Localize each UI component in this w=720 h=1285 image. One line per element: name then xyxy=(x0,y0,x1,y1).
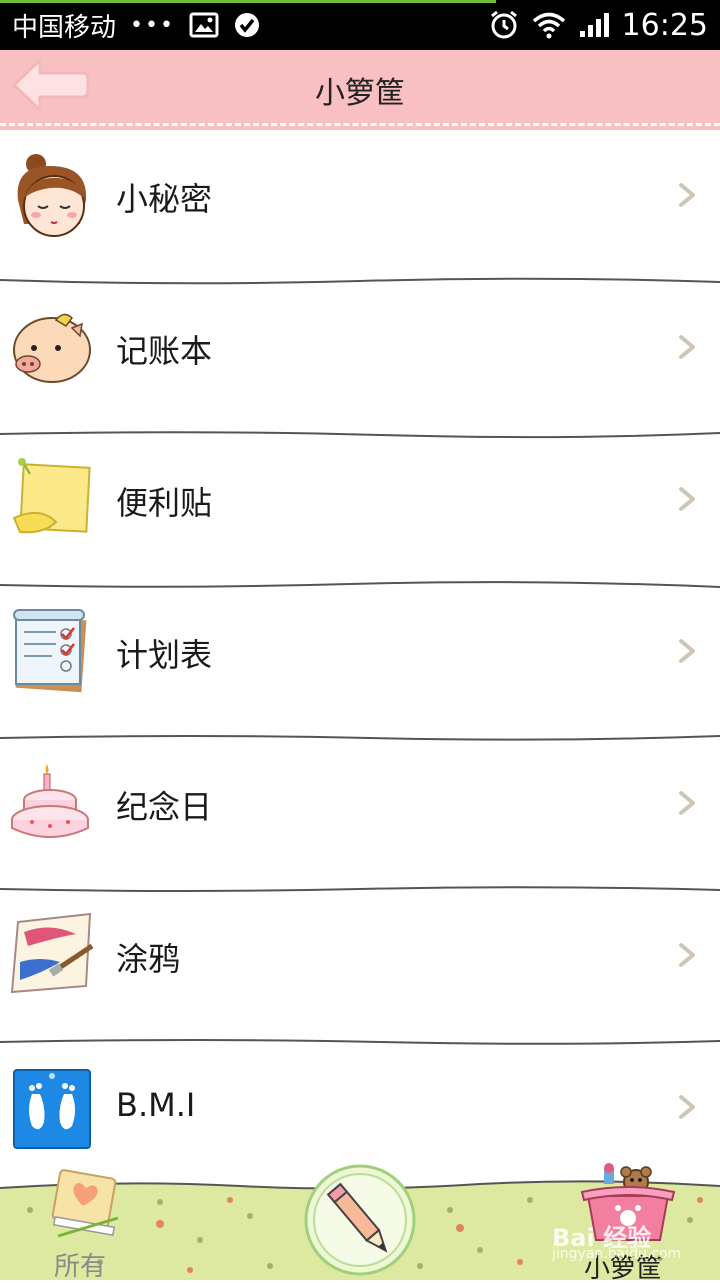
app-header: 小箩筐 xyxy=(0,50,720,130)
book-icon xyxy=(51,1169,119,1238)
image-notification-icon xyxy=(189,12,219,38)
tab-all[interactable]: 所有 xyxy=(40,1169,140,1282)
sticky-note-icon xyxy=(12,458,91,534)
watermark-url: jingyan.baidu.com xyxy=(552,1246,682,1262)
chevron-right-icon xyxy=(679,335,695,359)
chevron-right-icon xyxy=(679,487,695,511)
list-item-label: 记账本 xyxy=(116,332,213,370)
chevron-right-icon xyxy=(679,791,695,815)
list-item-label: 纪念日 xyxy=(116,788,213,826)
birthday-cake-icon xyxy=(11,764,89,838)
alarm-icon xyxy=(490,10,517,39)
wifi-icon xyxy=(532,12,565,39)
page-title: 小箩筐 xyxy=(315,76,405,111)
progress-line xyxy=(0,0,496,3)
chevron-right-icon xyxy=(679,943,695,967)
chevron-right-icon xyxy=(679,183,695,207)
tab-all-label: 所有 xyxy=(54,1252,107,1282)
list-item-doodle[interactable]: 涂鸦 xyxy=(0,890,720,1045)
chevron-right-icon xyxy=(679,639,695,663)
status-bar: 中国移动 ••• 16:25 xyxy=(0,0,720,50)
list-item-account-book[interactable]: 记账本 xyxy=(0,282,720,439)
pencil-write-icon[interactable] xyxy=(304,1164,416,1276)
clock: 16:25 xyxy=(621,7,708,43)
list-item-label: 小秘密 xyxy=(116,180,213,218)
checklist-icon xyxy=(13,609,87,693)
paint-brush-icon xyxy=(10,912,94,994)
list-item-label: 涂鸦 xyxy=(116,940,181,978)
list-item-sticky-note[interactable]: 便利贴 xyxy=(0,434,720,588)
header-dashed-border xyxy=(0,123,720,126)
check-notification-icon xyxy=(234,13,259,37)
signal-icon xyxy=(579,13,609,37)
girl-face-icon xyxy=(17,154,87,237)
list-item-plan[interactable]: 计划表 xyxy=(0,586,720,741)
list-item-secret[interactable]: 小秘密 xyxy=(0,130,720,285)
list-item-label: 计划表 xyxy=(116,636,213,674)
chevron-right-icon xyxy=(679,1095,695,1119)
footprints-icon xyxy=(13,1069,91,1149)
list-item-anniversary[interactable]: 纪念日 xyxy=(0,738,720,892)
carrier-name: 中国移动 xyxy=(12,12,117,43)
list-item-label: 便利贴 xyxy=(116,484,213,522)
piggy-icon xyxy=(13,313,91,383)
list-item-label: B.M.I xyxy=(116,1086,196,1124)
more-notifications-icon: ••• xyxy=(130,12,175,38)
